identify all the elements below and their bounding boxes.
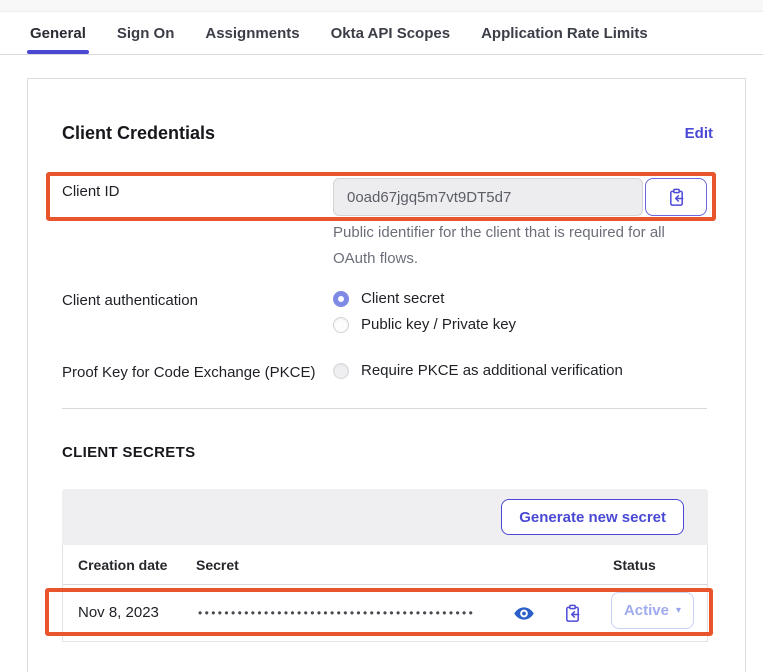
- tabbar-divider: [0, 54, 763, 55]
- client-secrets-table: Creation date Secret Status Nov 8, 2023 …: [62, 545, 708, 642]
- radio-client-secret[interactable]: Client secret: [333, 290, 516, 307]
- caret-down-icon: ▾: [676, 605, 681, 616]
- status-badge: Active: [624, 602, 669, 619]
- client-id-help-text: Public identifier for the client that is…: [333, 220, 685, 272]
- eye-icon: [514, 606, 534, 621]
- generate-new-secret-button[interactable]: Generate new secret: [501, 499, 684, 535]
- client-credentials-header: Client Credentials Edit: [62, 123, 713, 144]
- column-header-creation-date: Creation date: [78, 545, 167, 585]
- tab-label: Assignments: [205, 25, 299, 42]
- table-header-row: Creation date Secret Status: [63, 545, 707, 585]
- copy-secret-button[interactable]: [561, 602, 583, 624]
- okta-app-settings-page: General Sign On Assignments Okta API Sco…: [0, 0, 763, 672]
- secret-status-dropdown[interactable]: Active ▾: [611, 592, 694, 629]
- tab-general[interactable]: General: [30, 12, 86, 54]
- client-authentication-options: Client secret Public key / Private key: [333, 290, 516, 333]
- column-header-status: Status: [613, 545, 656, 585]
- client-secrets-toolbar: Generate new secret: [62, 489, 708, 545]
- radio-label: Public key / Private key: [361, 316, 516, 333]
- column-header-secret: Secret: [196, 545, 239, 585]
- checkbox-unchecked-icon: [333, 363, 349, 379]
- table-row: Nov 8, 2023 ••••••••••••••••••••••••••••…: [63, 585, 707, 641]
- section-divider: [62, 408, 707, 409]
- tab-label: Sign On: [117, 25, 175, 42]
- tab-bar: General Sign On Assignments Okta API Sco…: [0, 12, 763, 54]
- tab-label: General: [30, 25, 86, 42]
- tab-application-rate-limits[interactable]: Application Rate Limits: [481, 12, 648, 54]
- tab-okta-api-scopes[interactable]: Okta API Scopes: [331, 12, 451, 54]
- pkce-checkbox-option[interactable]: Require PKCE as additional verification: [333, 362, 623, 379]
- tab-label: Okta API Scopes: [331, 25, 451, 42]
- masked-secret-value: ••••••••••••••••••••••••••••••••••••••••…: [198, 585, 475, 641]
- secret-creation-date: Nov 8, 2023: [78, 585, 159, 641]
- top-strip: [0, 0, 763, 12]
- client-secrets-title: CLIENT SECRETS: [62, 444, 195, 461]
- checkbox-label: Require PKCE as additional verification: [361, 362, 623, 379]
- client-authentication-label: Client authentication: [62, 292, 198, 309]
- reveal-secret-button[interactable]: [513, 602, 535, 624]
- radio-selected-icon: [333, 291, 349, 307]
- client-credentials-title: Client Credentials: [62, 123, 215, 144]
- copy-client-id-button[interactable]: [645, 178, 707, 216]
- clipboard-copy-icon: [667, 188, 686, 207]
- clipboard-copy-icon: [563, 604, 582, 623]
- radio-label: Client secret: [361, 290, 444, 307]
- tab-assignments[interactable]: Assignments: [205, 12, 299, 54]
- radio-public-private-key[interactable]: Public key / Private key: [333, 316, 516, 333]
- client-id-label: Client ID: [62, 183, 120, 200]
- client-id-input[interactable]: [333, 178, 643, 216]
- pkce-label: Proof Key for Code Exchange (PKCE): [62, 364, 315, 381]
- edit-link[interactable]: Edit: [685, 125, 713, 142]
- radio-unselected-icon: [333, 317, 349, 333]
- general-settings-card: Client Credentials Edit Client ID Public…: [27, 78, 746, 672]
- tab-label: Application Rate Limits: [481, 25, 648, 42]
- tab-sign-on[interactable]: Sign On: [117, 12, 175, 54]
